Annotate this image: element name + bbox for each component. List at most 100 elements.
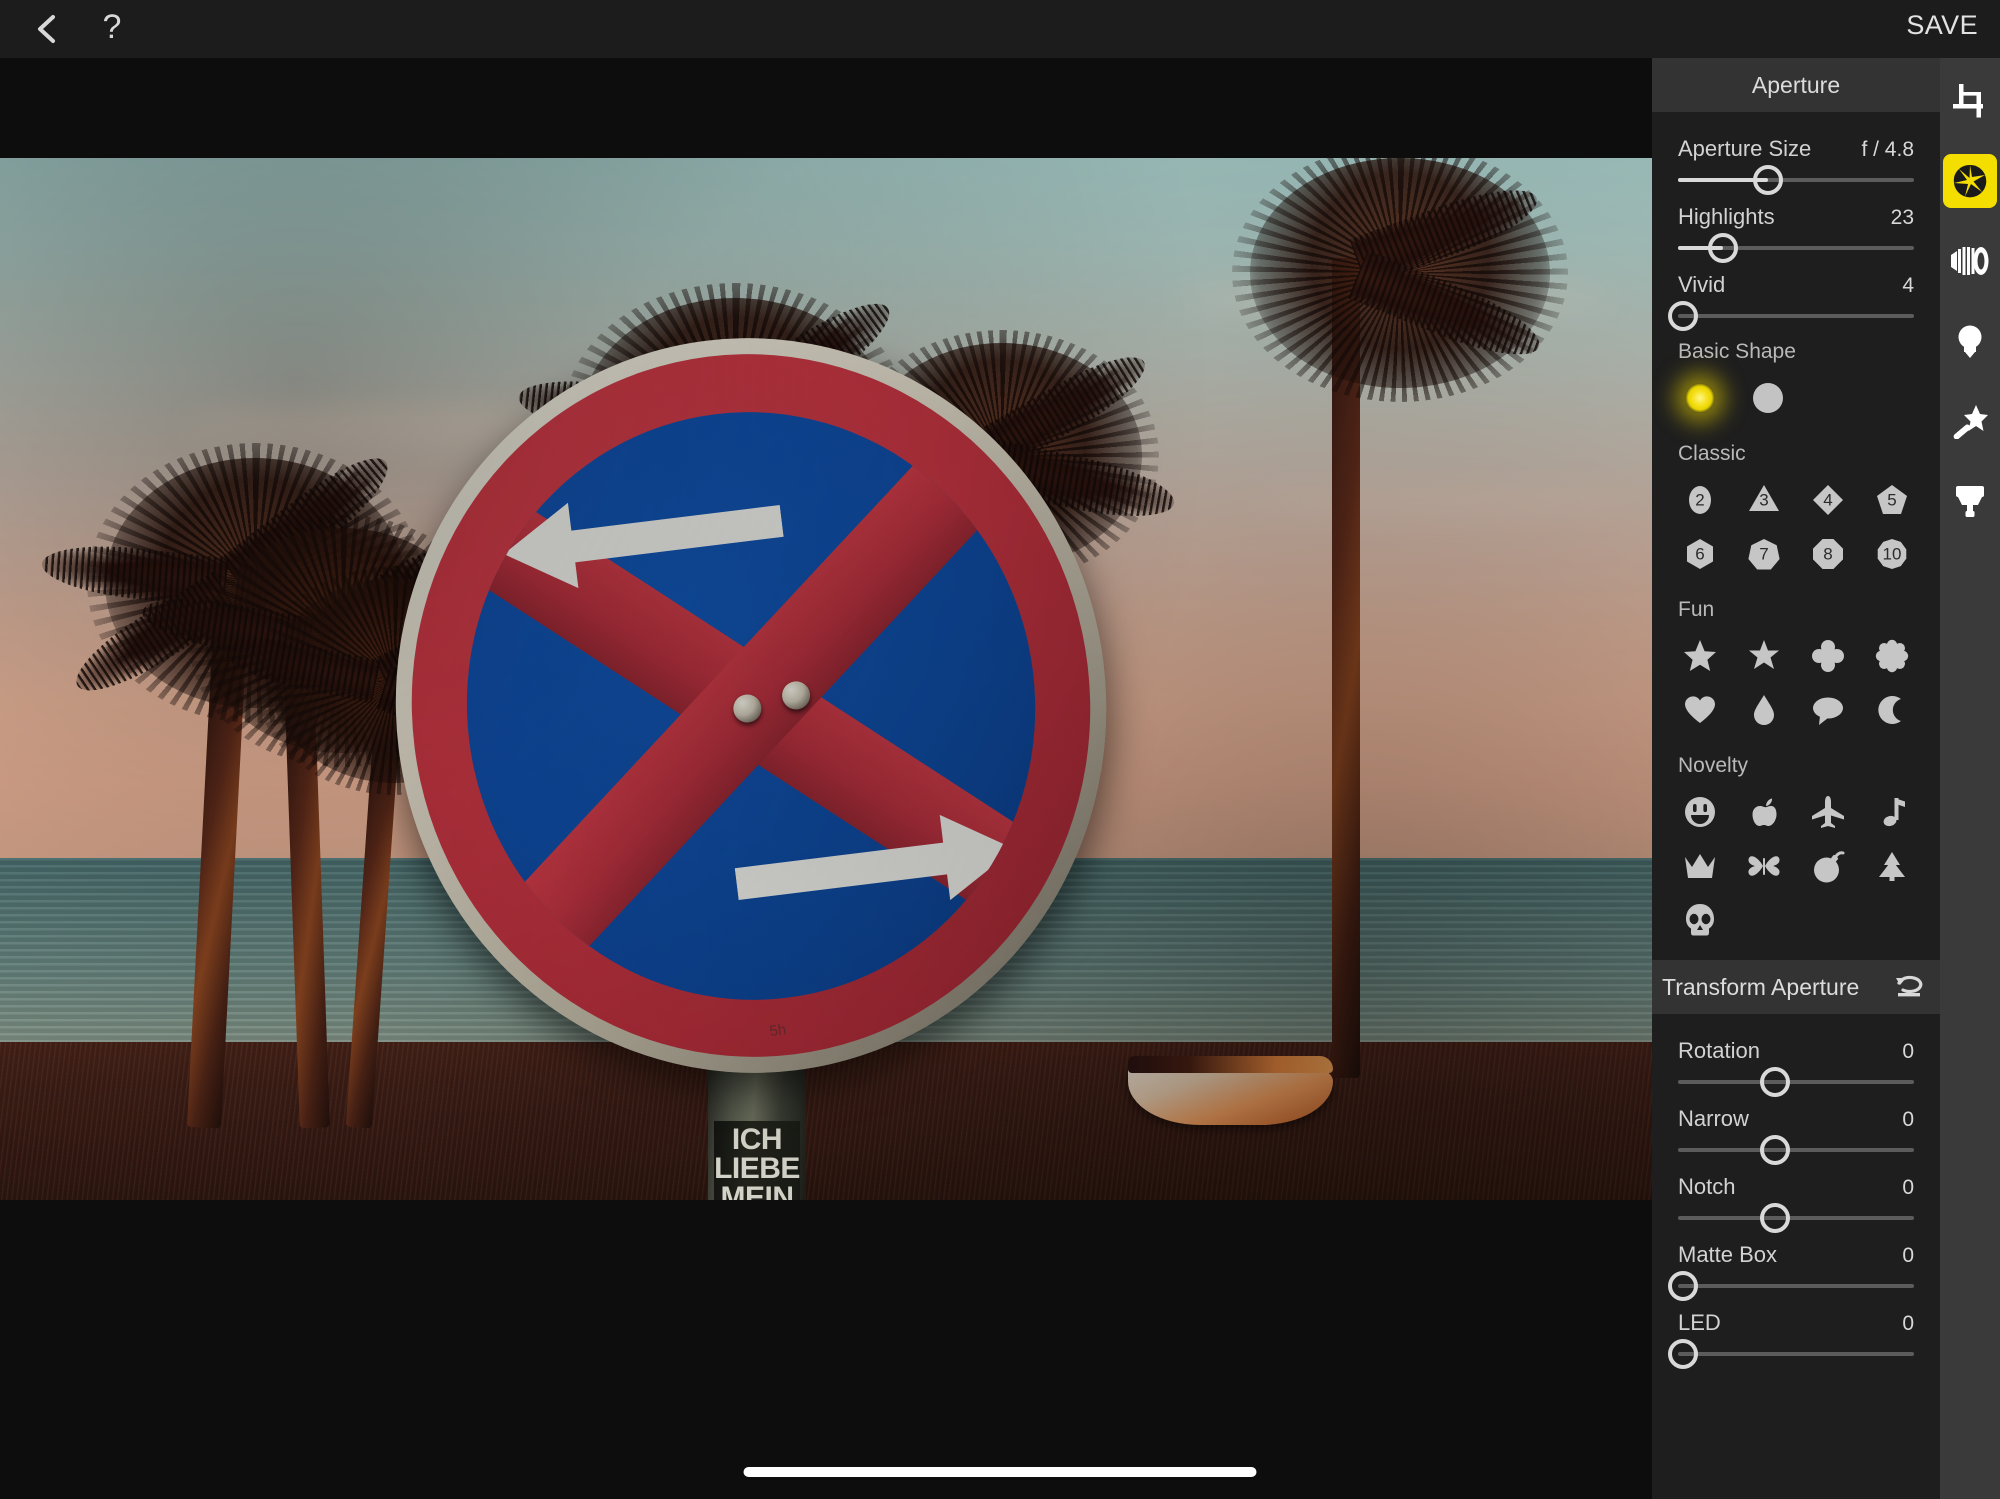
lightbulb-icon [1955, 323, 1985, 359]
sticker-line: MEIN [714, 1183, 800, 1200]
slider-knob[interactable] [1668, 301, 1698, 331]
magic-wand-icon [1952, 403, 1988, 439]
help-button[interactable]: ? [92, 4, 132, 52]
crescent-moon-icon[interactable] [1870, 688, 1914, 732]
apple-icon[interactable] [1742, 790, 1786, 834]
slider-track[interactable] [1678, 1148, 1914, 1152]
slider-value: 0 [1902, 1244, 1914, 1268]
chevron-left-icon [28, 9, 68, 49]
shape-row-classic-2: 6 7 8 10 [1678, 532, 1914, 576]
heart-icon[interactable] [1678, 688, 1722, 732]
shape-7-blade[interactable]: 7 [1742, 532, 1786, 576]
brush-icon [1954, 484, 1986, 518]
shape-8-blade[interactable]: 8 [1806, 532, 1850, 576]
slider-led[interactable]: LED 0 [1678, 1310, 1914, 1356]
slider-highlights[interactable]: Highlights 23 [1678, 204, 1914, 250]
butterfly-icon[interactable] [1742, 844, 1786, 888]
reset-button[interactable] [1894, 972, 1926, 1002]
clover-icon[interactable] [1806, 634, 1850, 678]
lens-tool[interactable] [1943, 234, 1997, 288]
brush-tool[interactable] [1943, 474, 1997, 528]
slider-track[interactable] [1678, 1216, 1914, 1220]
top-toolbar: ? SAVE [0, 0, 2000, 58]
slider-label: Aperture Size [1678, 136, 1811, 162]
slider-narrow[interactable]: Narrow 0 [1678, 1106, 1914, 1152]
group-title-basic-shape: Basic Shape [1678, 340, 1914, 364]
light-tool[interactable] [1943, 314, 1997, 368]
shape-row-classic-1: 2 3 4 5 [1678, 478, 1914, 522]
slider-value: 0 [1902, 1108, 1914, 1132]
slider-track[interactable] [1678, 314, 1914, 318]
slider-track[interactable] [1678, 246, 1914, 250]
speech-bubble-icon[interactable] [1806, 688, 1850, 732]
edited-photo[interactable]: ICH LIEBE MEIN [0, 158, 1652, 1200]
pine-tree-icon[interactable] [1870, 844, 1914, 888]
aperture-tool[interactable] [1943, 154, 1997, 208]
bomb-icon[interactable] [1806, 844, 1850, 888]
photo-canvas[interactable]: ICH LIEBE MEIN [0, 58, 1652, 1499]
slider-notch[interactable]: Notch 0 [1678, 1174, 1914, 1220]
smiley-face-icon[interactable] [1678, 790, 1722, 834]
shape-row-fun-2 [1678, 688, 1914, 732]
aperture-section-header: Aperture [1652, 58, 1940, 112]
slider-value: 0 [1902, 1040, 1914, 1064]
slider-knob[interactable] [1708, 233, 1738, 263]
group-title-fun: Fun [1678, 598, 1914, 622]
slider-track[interactable] [1678, 1352, 1914, 1356]
slider-knob[interactable] [1760, 1203, 1790, 1233]
slider-knob[interactable] [1668, 1271, 1698, 1301]
post-sticker: ICH LIEBE MEIN [714, 1121, 800, 1200]
shape-3-blade[interactable]: 3 [1742, 478, 1786, 522]
slider-matte-box[interactable]: Matte Box 0 [1678, 1242, 1914, 1288]
slider-vivid[interactable]: Vivid 4 [1678, 272, 1914, 318]
airplane-icon[interactable] [1806, 790, 1850, 834]
sticker-line: LIEBE [714, 1154, 800, 1183]
save-button[interactable]: SAVE [1906, 10, 1978, 41]
music-note-icon[interactable] [1870, 790, 1914, 834]
slider-knob[interactable] [1760, 1067, 1790, 1097]
magic-tool[interactable] [1943, 394, 1997, 448]
flower-icon[interactable] [1870, 634, 1914, 678]
bokeh-glow-shape[interactable] [1678, 376, 1722, 420]
slider-track[interactable] [1678, 1284, 1914, 1288]
star-6-icon[interactable] [1742, 634, 1786, 678]
shape-2-blade[interactable]: 2 [1678, 478, 1722, 522]
lens-icon [1951, 246, 1989, 276]
slider-value: 0 [1902, 1312, 1914, 1336]
shape-6-blade[interactable]: 6 [1678, 532, 1722, 576]
shape-row-novelty-2 [1678, 844, 1914, 888]
slider-knob[interactable] [1753, 165, 1783, 195]
shape-5-blade[interactable]: 5 [1870, 478, 1914, 522]
slider-knob[interactable] [1760, 1135, 1790, 1165]
droplet-icon[interactable] [1742, 688, 1786, 732]
skull-icon[interactable] [1678, 898, 1722, 942]
aperture-section-title: Aperture [1752, 72, 1840, 99]
slider-label: Matte Box [1678, 1242, 1777, 1268]
slider-rotation[interactable]: Rotation 0 [1678, 1038, 1914, 1084]
aperture-icon [1952, 163, 1988, 199]
transform-section-header: Transform Aperture [1652, 960, 1940, 1014]
tool-rail [1940, 58, 2000, 1499]
slider-value: 4 [1902, 274, 1914, 298]
slider-label: Notch [1678, 1174, 1735, 1200]
back-button[interactable] [28, 9, 68, 49]
slider-label: LED [1678, 1310, 1721, 1336]
slider-label: Narrow [1678, 1106, 1749, 1132]
shape-10-blade[interactable]: 10 [1870, 532, 1914, 576]
cloud [1250, 488, 1630, 518]
group-title-novelty: Novelty [1678, 754, 1914, 778]
shape-4-blade[interactable]: 4 [1806, 478, 1850, 522]
crop-tool[interactable] [1943, 74, 1997, 128]
crown-icon[interactable] [1678, 844, 1722, 888]
star-5-icon[interactable] [1678, 634, 1722, 678]
slider-label: Highlights [1678, 204, 1775, 230]
shape-row-novelty-1 [1678, 790, 1914, 834]
slider-aperture-size[interactable]: Aperture Size f / 4.8 [1678, 136, 1914, 182]
circle-shape[interactable] [1746, 376, 1790, 420]
slider-track[interactable] [1678, 1080, 1914, 1084]
shape-row-basic [1678, 376, 1914, 420]
slider-track[interactable] [1678, 178, 1914, 182]
home-indicator[interactable] [744, 1467, 1257, 1477]
slider-knob[interactable] [1668, 1339, 1698, 1369]
sticker-line: ICH [714, 1125, 800, 1154]
